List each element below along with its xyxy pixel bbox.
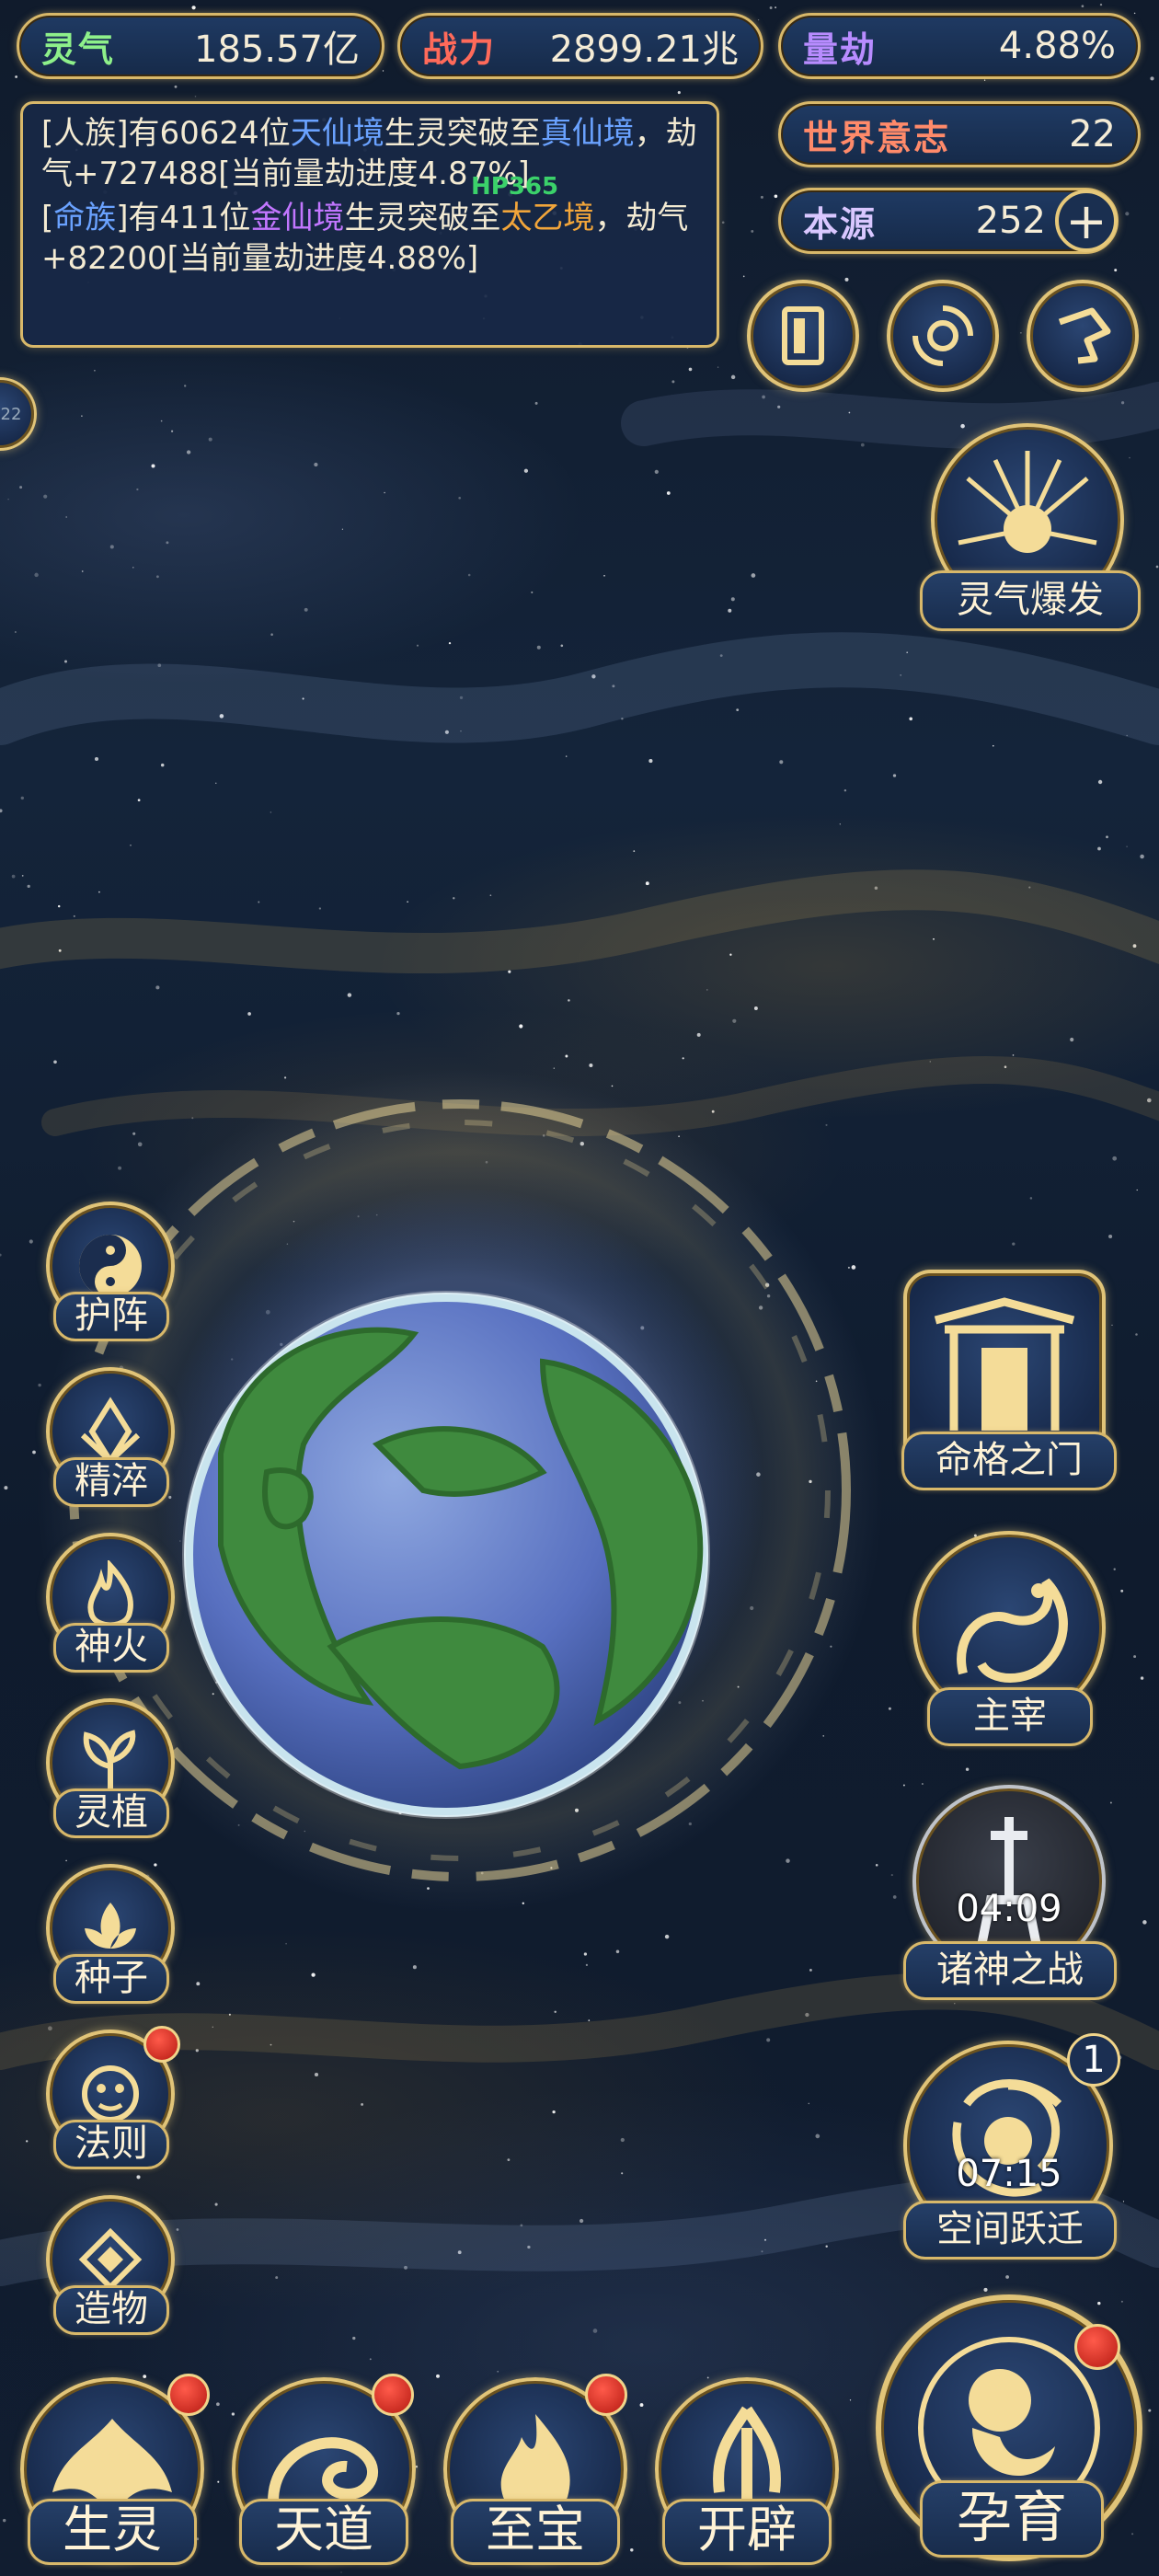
benyuan-bar[interactable]: 本源 252 + — [778, 188, 1119, 254]
benyuan-value: 252 — [975, 200, 1046, 242]
ling-zhi-label: 灵植 — [53, 1788, 169, 1838]
yunyu-label: 孕育 — [920, 2480, 1104, 2558]
zhanli-bar[interactable]: 战力 2899.21兆 — [397, 13, 763, 79]
event-log: [人族]有60624位天仙境生灵突破至真仙境，劫气+727488[当前量劫进度4… — [20, 101, 719, 348]
liangjie-value: 4.88% — [998, 25, 1116, 67]
lingqi-value: 185.57亿 — [194, 29, 360, 71]
jing-cui-label: 精淬 — [53, 1457, 169, 1507]
shijie-value: 22 — [1069, 113, 1116, 155]
tiandao-notification-dot — [372, 2374, 414, 2416]
scroll-icon — [1058, 307, 1111, 364]
sword-throne-icon — [975, 1817, 1043, 1950]
lingqi-label: 灵气 — [41, 29, 116, 70]
lingqi-bar[interactable]: 灵气 185.57亿 — [17, 13, 384, 79]
yunyu-notification-dot — [1074, 2324, 1120, 2370]
zhanli-value: 2899.21兆 — [549, 29, 739, 71]
dragon-icon — [957, 1578, 1068, 1683]
nav-shengling-label: 生灵 — [28, 2499, 197, 2565]
liangjie-bar[interactable]: 量劫 4.88% — [778, 13, 1141, 79]
card-button[interactable] — [747, 280, 859, 392]
burst-label: 灵气爆发 — [920, 570, 1141, 631]
fa-ze-label: 法则 — [53, 2120, 169, 2169]
mingge-gate-label: 命格之门 — [901, 1432, 1117, 1490]
benyuan-label: 本源 — [803, 203, 878, 245]
zhuzai-label: 主宰 — [927, 1687, 1093, 1746]
kongjian-label: 空间跃迁 — [903, 2201, 1117, 2260]
vortex-icon — [912, 305, 973, 366]
fa-ze-notification-dot — [143, 2026, 180, 2063]
zhanli-label: 战力 — [422, 29, 497, 70]
zao-wu-label: 造物 — [53, 2285, 169, 2335]
hu-zhen-label: 护阵 — [53, 1292, 169, 1341]
shijie-label: 世界意志 — [803, 117, 951, 158]
gate-icon — [934, 1297, 1075, 1431]
zhong-zi-label: 种子 — [53, 1954, 169, 2004]
kongjian-badge: 1 — [1067, 2033, 1120, 2087]
kongjian-timer: 07:15 — [956, 2153, 1062, 2195]
card-icon — [782, 306, 824, 365]
zhushen-label: 诸神之战 — [903, 1941, 1117, 2000]
shen-huo-label: 神火 — [53, 1623, 169, 1673]
nav-zhibao-label: 至宝 — [451, 2499, 620, 2565]
scroll-button[interactable] — [1027, 280, 1139, 392]
nav-kaipi-label: 开辟 — [662, 2499, 832, 2565]
log-line-2: [命族]有411位金仙境生灵突破至太乙境，劫气+82200[当前量劫进度4.88… — [41, 200, 689, 277]
shengling-notification-dot — [167, 2374, 210, 2416]
liangjie-label: 量劫 — [803, 29, 878, 70]
vortex-button[interactable] — [887, 280, 999, 392]
hp-overlay-text: HP365 — [471, 173, 559, 201]
log-line-1: [人族]有60624位天仙境生灵突破至真仙境，劫气+727488[当前量劫进度4… — [41, 115, 697, 192]
zhibao-notification-dot — [585, 2374, 627, 2416]
shijie-bar[interactable]: 世界意志 22 — [778, 101, 1141, 167]
nav-tiandao-label: 天道 — [239, 2499, 408, 2565]
zhushen-timer: 04:09 — [956, 1888, 1062, 1930]
add-benyuan-button[interactable]: + — [1055, 190, 1118, 252]
